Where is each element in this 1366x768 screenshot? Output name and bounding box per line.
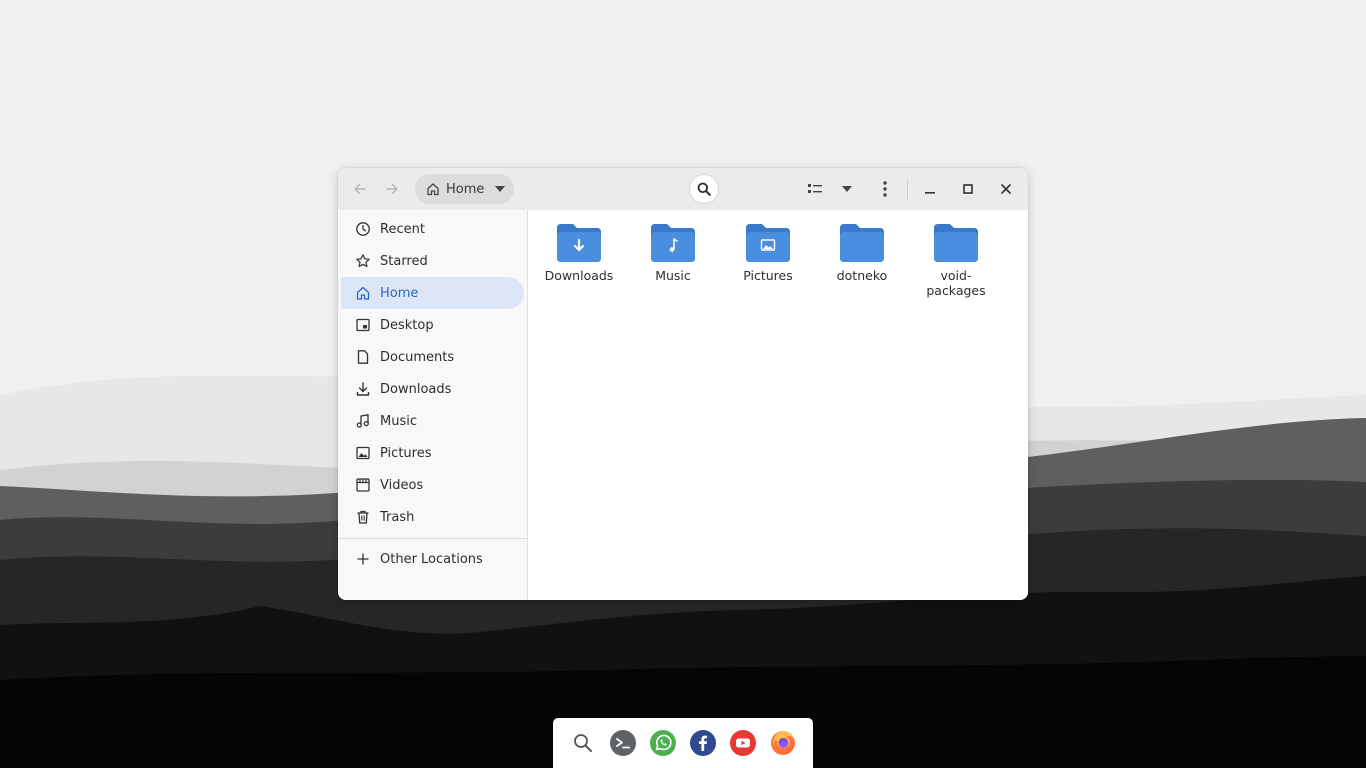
view-toggle-button[interactable] <box>804 176 826 202</box>
download-icon <box>356 382 370 396</box>
sidebar-item-label: Videos <box>380 477 424 493</box>
close-icon <box>1001 184 1011 194</box>
places-sidebar: Recent Starred Home Desktop Documents Do… <box>338 210 528 600</box>
file-item[interactable]: void- packages <box>913 220 999 300</box>
sidebar-item-recent[interactable]: Recent <box>341 213 524 245</box>
clock-icon <box>356 222 370 236</box>
sidebar-item-label: Pictures <box>380 445 432 461</box>
home-icon <box>427 183 439 196</box>
kebab-menu-icon <box>883 181 887 197</box>
minimize-button[interactable] <box>919 178 941 200</box>
file-name: Downloads <box>544 268 614 283</box>
forward-button[interactable] <box>378 173 406 205</box>
star-icon <box>356 254 370 268</box>
picture-icon <box>356 446 370 460</box>
file-view: Downloads Music Pictures dotneko void- p… <box>529 210 1028 600</box>
file-name: Music <box>655 268 691 283</box>
sidebar-item-starred[interactable]: Starred <box>341 245 524 277</box>
dock-youtube[interactable] <box>727 727 759 759</box>
home-icon <box>356 286 370 300</box>
trash-icon <box>357 510 369 524</box>
file-item[interactable]: dotneko <box>819 220 905 300</box>
file-name: void- packages <box>926 268 986 298</box>
document-icon <box>357 350 369 364</box>
folder-downloads-icon <box>557 224 601 262</box>
folder-music-icon <box>651 224 695 262</box>
sidebar-item-label: Music <box>380 413 417 429</box>
sidebar-item-pictures[interactable]: Pictures <box>341 437 524 469</box>
search-button[interactable] <box>689 174 719 204</box>
close-button[interactable] <box>995 178 1017 200</box>
arrow-left-icon <box>354 183 366 195</box>
back-button[interactable] <box>346 173 374 205</box>
facebook-icon <box>690 730 716 756</box>
location-path-button[interactable]: Home <box>415 174 514 204</box>
list-view-icon <box>808 184 822 193</box>
maximize-button[interactable] <box>957 178 979 200</box>
file-name: Pictures <box>743 268 793 283</box>
film-icon <box>356 478 370 492</box>
file-item[interactable]: Music <box>630 220 716 300</box>
sidebar-item-label: Desktop <box>380 317 434 333</box>
caret-down-icon <box>495 186 506 192</box>
chevron-down-icon <box>842 186 852 192</box>
sidebar-item-desktop[interactable]: Desktop <box>341 309 524 341</box>
file-name: dotneko <box>836 268 888 283</box>
firefox-icon <box>771 731 795 755</box>
file-item[interactable]: Pictures <box>725 220 811 300</box>
file-item[interactable]: Downloads <box>536 220 622 300</box>
sidebar-separator <box>338 538 528 539</box>
music-icon <box>356 414 369 428</box>
sidebar-item-videos[interactable]: Videos <box>341 469 524 501</box>
sidebar-item-label: Starred <box>380 253 428 269</box>
sidebar-item-label: Downloads <box>380 381 452 397</box>
dock-search[interactable] <box>567 727 599 759</box>
sidebar-item-downloads[interactable]: Downloads <box>341 373 524 405</box>
search-icon <box>574 734 592 752</box>
whatsapp-icon <box>650 730 676 756</box>
search-icon <box>697 182 711 196</box>
terminal-icon <box>610 730 636 756</box>
folder-icon <box>840 224 884 262</box>
sidebar-item-documents[interactable]: Documents <box>341 341 524 373</box>
dock-terminal[interactable] <box>607 727 639 759</box>
folder-pictures-icon <box>746 224 790 262</box>
youtube-icon <box>730 730 756 756</box>
dock <box>553 718 813 768</box>
maximize-icon <box>963 184 973 194</box>
sidebar-item-label: Trash <box>380 509 415 525</box>
folder-icon <box>934 224 978 262</box>
sidebar-item-other-locations[interactable]: Other Locations <box>341 543 524 575</box>
view-options-button[interactable] <box>836 176 858 202</box>
plus-icon <box>357 553 369 565</box>
dock-firefox[interactable] <box>767 727 799 759</box>
sidebar-item-trash[interactable]: Trash <box>341 501 524 533</box>
sidebar-item-home[interactable]: Home <box>341 277 524 309</box>
location-label: Home <box>446 181 485 197</box>
sidebar-item-label: Home <box>380 285 419 301</box>
arrow-right-icon <box>386 183 398 195</box>
headerbar-separator <box>907 180 908 200</box>
desktop-icon <box>356 318 370 332</box>
headerbar: Home <box>338 168 1028 210</box>
sidebar-item-label: Recent <box>380 221 425 237</box>
sidebar-item-music[interactable]: Music <box>341 405 524 437</box>
sidebar-item-label: Documents <box>380 349 455 365</box>
dock-facebook[interactable] <box>687 727 719 759</box>
minimize-icon <box>925 192 935 194</box>
file-manager-window: Home Recent Starred Home Desktop Documen… <box>338 168 1028 600</box>
dock-whatsapp[interactable] <box>647 727 679 759</box>
sidebar-item-label: Other Locations <box>380 551 483 567</box>
main-menu-button[interactable] <box>874 176 896 202</box>
